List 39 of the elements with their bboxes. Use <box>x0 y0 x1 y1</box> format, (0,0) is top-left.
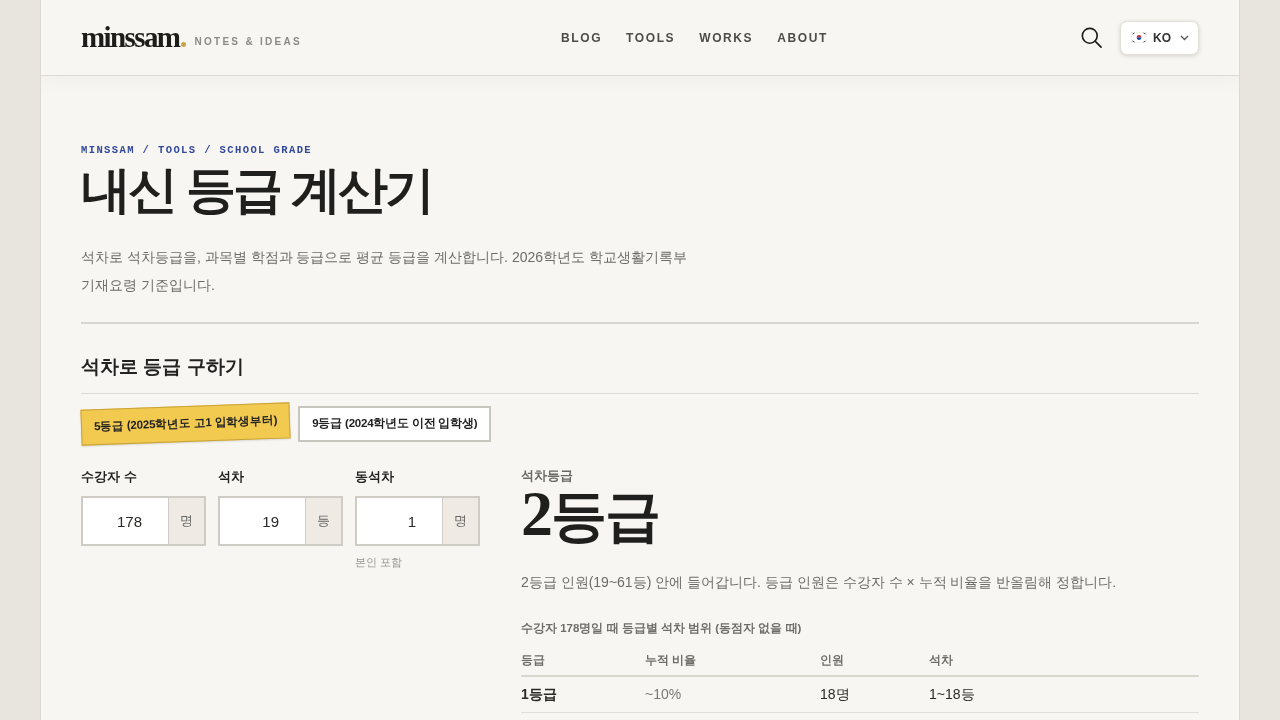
column-header: 인원 <box>820 646 929 677</box>
column-header: 누적 비율 <box>645 646 820 677</box>
site-tagline: NOTES & IDEAS <box>194 35 303 49</box>
table-cell: 1~18등 <box>929 676 1199 713</box>
chevron-down-icon <box>1180 34 1189 41</box>
column-header: 석차 <box>929 646 1199 677</box>
nav-link-item[interactable]: TOOLS <box>626 28 676 47</box>
search-icon[interactable] <box>1081 27 1102 48</box>
table-cell: 18명 <box>820 676 929 713</box>
field-label: 동석차 <box>355 468 395 486</box>
nav-link-item[interactable]: WORKS <box>699 28 754 47</box>
grade-system-tab[interactable]: 5등급 (2025학년도 고1 입학생부터) <box>80 402 291 446</box>
number-input[interactable]: 19 <box>218 496 306 546</box>
flag-icon <box>1131 32 1147 43</box>
site-logo[interactable]: minssam <box>81 23 180 52</box>
result-explanation: 2등급 인원(19~61등) 안에 들어갑니다. 등급 인원은 수강자 수 × 누적 비율을 반올림해 정합니다. <box>521 573 1118 592</box>
nav-link-item[interactable]: ABOUT <box>777 28 828 47</box>
nav-link-item[interactable]: BLOG <box>561 28 603 47</box>
unit-label: 등 <box>305 496 343 546</box>
field-label: 석차 <box>218 468 245 486</box>
column-header: 등급 <box>521 646 645 677</box>
language-button[interactable]: KO <box>1120 20 1199 55</box>
section-heading: 석차로 등급 구하기 <box>81 355 245 379</box>
result-label: 석차등급 <box>521 468 574 484</box>
field-label: 수강자 수 <box>81 468 138 486</box>
table-cell: ~10% <box>645 676 820 713</box>
number-input[interactable]: 178 <box>81 496 169 546</box>
unit-label: 명 <box>168 496 206 546</box>
result-grade: 2등급 <box>521 484 660 546</box>
field-help-text: 본인 포함 <box>355 555 404 570</box>
table-cell: 1등급 <box>521 676 645 713</box>
logo-dot-icon <box>181 42 187 47</box>
page-description: 석차로 석차등급을, 과목별 학점과 등급으로 평균 등급을 계산합니다. 2026학년도 학교생활기록부 기재요령 기준입니다. <box>81 248 688 295</box>
number-input[interactable]: 1 <box>355 496 443 546</box>
table-caption: 수강자 178명일 때 등급별 석차 범위 (동점자 없을 때) <box>521 621 803 636</box>
grade-system-tab[interactable]: 9등급 (2024학년도 이전 입학생) <box>298 406 492 442</box>
page-title: 내신 등급 계산기 <box>81 161 433 220</box>
breadcrumb: MINSSAM / TOOLS / SCHOOL GRADE <box>81 143 314 157</box>
unit-label: 명 <box>442 496 480 546</box>
